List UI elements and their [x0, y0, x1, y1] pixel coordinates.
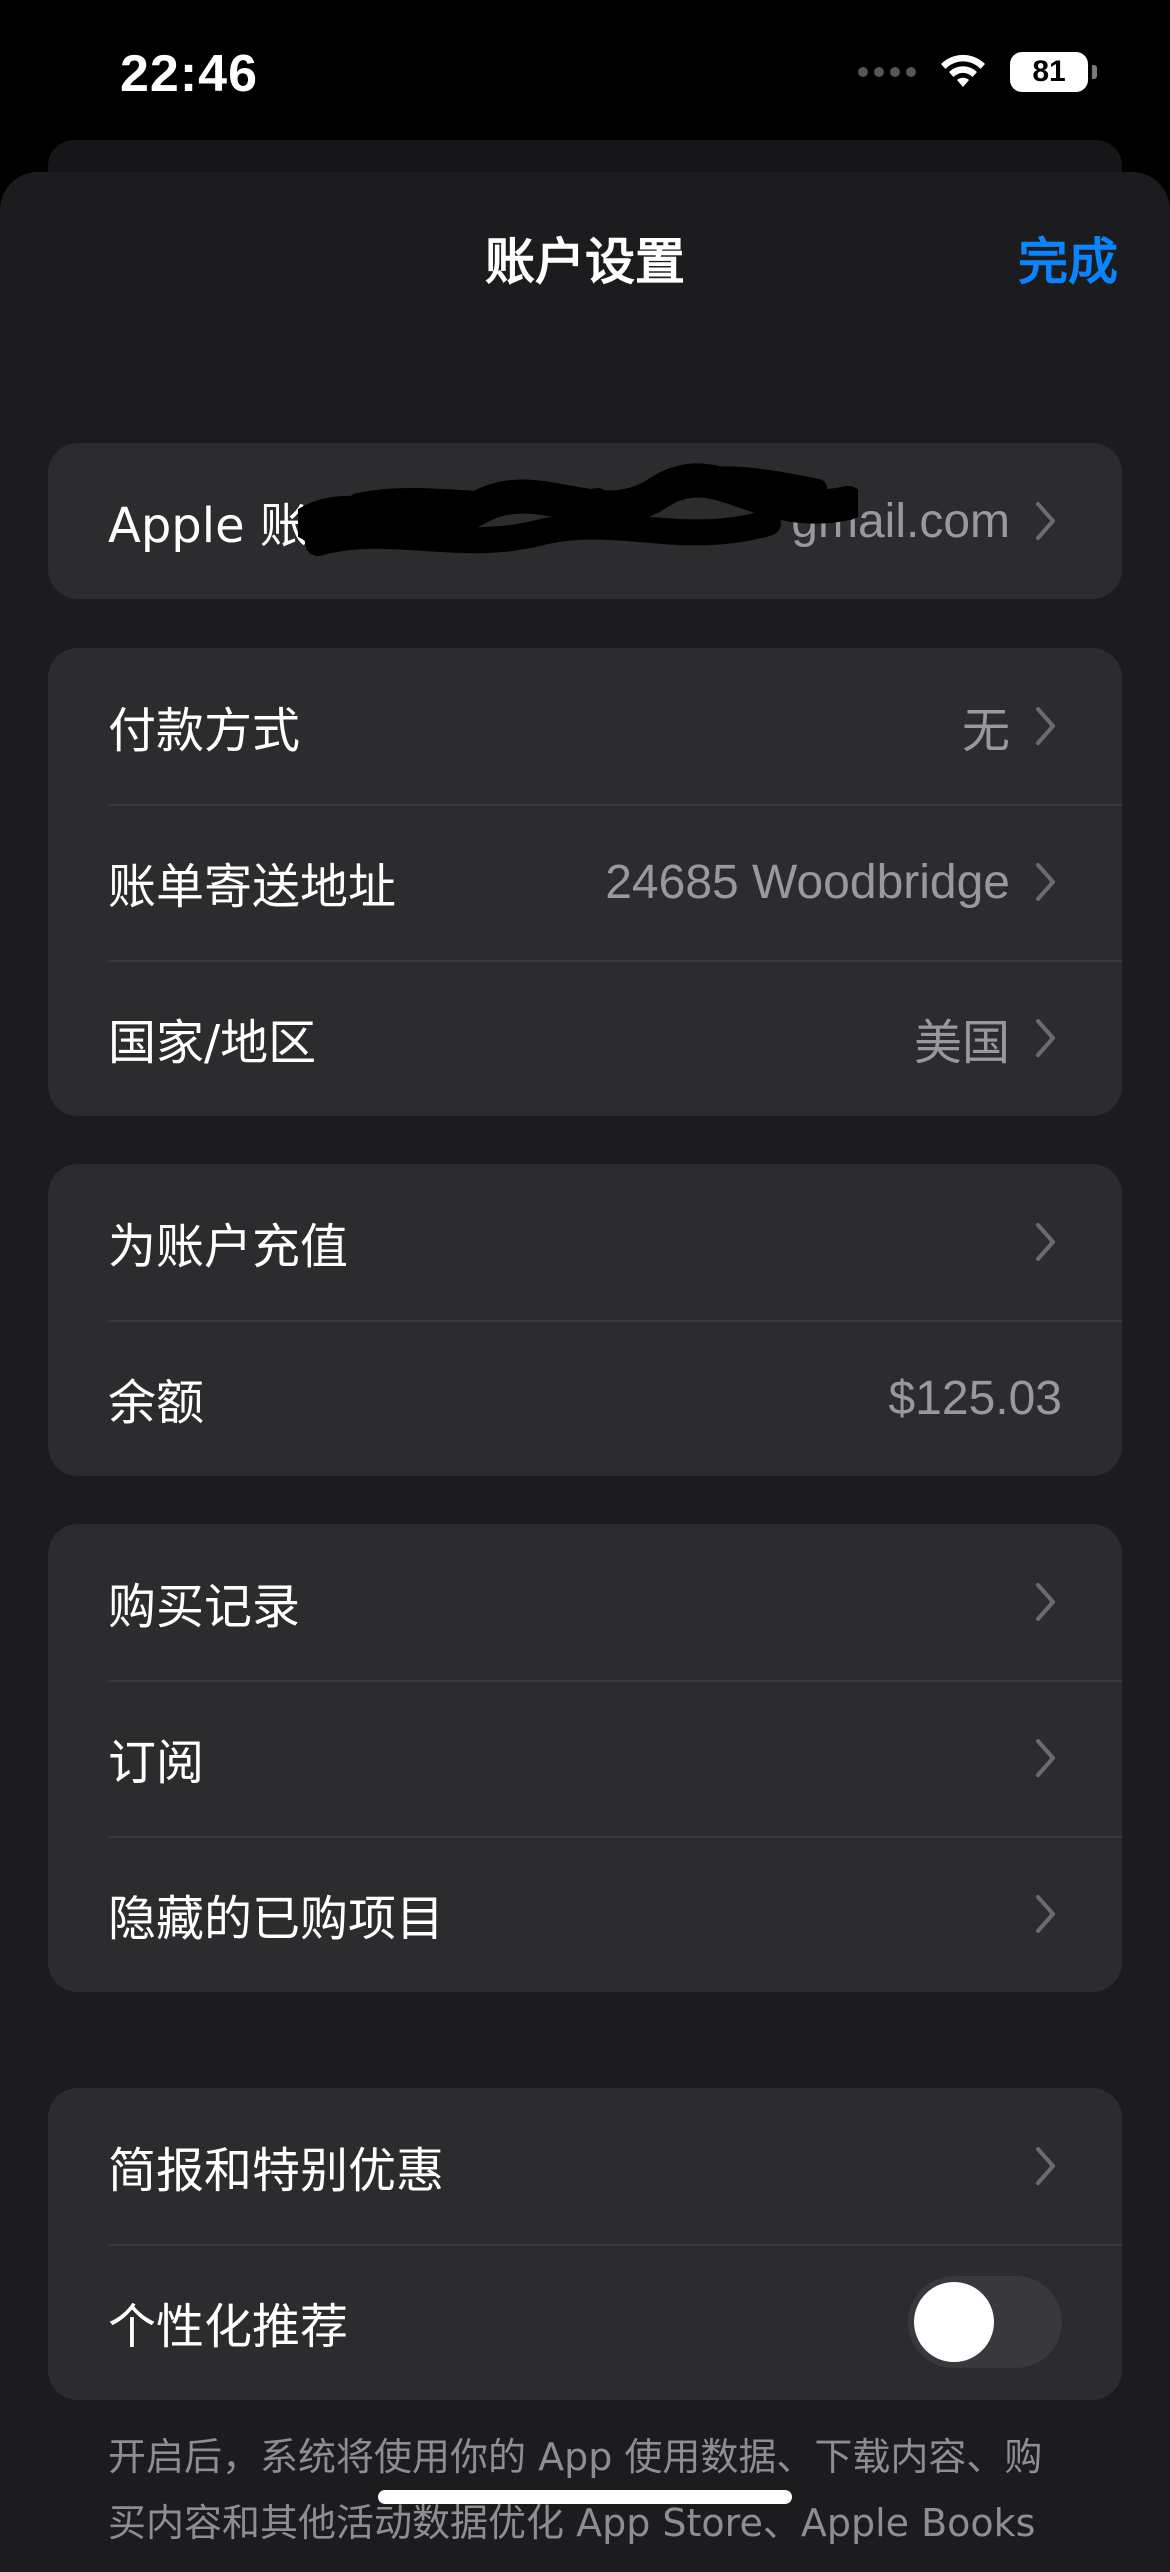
- toggle-knob: [914, 2282, 994, 2362]
- newsletter-offers-label: 简报和特别优惠: [108, 2143, 445, 2199]
- done-button[interactable]: 完成: [1018, 222, 1118, 294]
- country-region-value: 美国: [913, 1017, 1010, 1070]
- chevron-right-icon: [1030, 1220, 1062, 1264]
- chevron-right-icon: [1030, 2144, 1062, 2188]
- chevron-right-icon: [1030, 860, 1062, 904]
- balance-row: 余额 $125.03: [48, 1320, 1122, 1476]
- chevron-right-icon: [1030, 1580, 1062, 1624]
- country-region-label: 国家/地区: [108, 1015, 317, 1071]
- billing-address-value: 24685 Woodbridge: [605, 855, 1010, 909]
- cellular-signal-icon: [858, 67, 916, 77]
- balance-value: $125.03: [888, 1371, 1062, 1425]
- home-indicator[interactable]: [378, 2490, 792, 2504]
- chevron-right-icon: [1030, 1016, 1062, 1060]
- billing-group: 付款方式 无 账单寄送地址 24685 Woodbridge 国家/地区 美国: [48, 648, 1122, 1116]
- add-funds-row[interactable]: 为账户充值: [48, 1164, 1122, 1320]
- chevron-right-icon: [1030, 1892, 1062, 1936]
- apple-account-row[interactable]: Apple 账户 gmail.com: [48, 443, 1122, 599]
- hidden-purchases-row[interactable]: 隐藏的已购项目: [48, 1836, 1122, 1992]
- billing-address-row[interactable]: 账单寄送地址 24685 Woodbridge: [48, 804, 1122, 960]
- country-region-row[interactable]: 国家/地区 美国: [48, 960, 1122, 1116]
- battery-icon: 81: [1010, 52, 1097, 92]
- chevron-right-icon: [1030, 1736, 1062, 1780]
- subscriptions-row[interactable]: 订阅: [48, 1680, 1122, 1836]
- page-title: 账户设置: [485, 233, 685, 291]
- preferences-group: 简报和特别优惠 个性化推荐: [48, 2088, 1122, 2400]
- personalized-recommendations-toggle[interactable]: [908, 2276, 1062, 2368]
- status-time: 22:46: [120, 45, 258, 103]
- balance-label: 余额: [108, 1375, 205, 1431]
- apple-account-group: Apple 账户 gmail.com: [48, 443, 1122, 599]
- personalized-recommendations-label: 个性化推荐: [108, 2299, 349, 2355]
- status-bar: 22:46 81: [0, 0, 1170, 150]
- payment-method-value: 无: [961, 705, 1010, 758]
- subscriptions-label: 订阅: [108, 1735, 205, 1791]
- billing-address-label: 账单寄送地址: [108, 859, 397, 915]
- funds-group: 为账户充值 余额 $125.03: [48, 1164, 1122, 1476]
- status-icons: 81: [858, 52, 1097, 92]
- payment-method-label: 付款方式: [108, 703, 301, 759]
- purchase-history-label: 购买记录: [108, 1579, 301, 1635]
- purchases-group: 购买记录 订阅 隐藏的已购项目: [48, 1524, 1122, 1992]
- chevron-right-icon: [1030, 499, 1062, 543]
- wifi-icon: [941, 54, 985, 87]
- purchase-history-row[interactable]: 购买记录: [48, 1524, 1122, 1680]
- chevron-right-icon: [1030, 704, 1062, 748]
- personalized-recommendations-row: 个性化推荐: [48, 2244, 1122, 2400]
- battery-level: 81: [1032, 55, 1066, 88]
- newsletter-offers-row[interactable]: 简报和特别优惠: [48, 2088, 1122, 2244]
- hidden-purchases-label: 隐藏的已购项目: [108, 1891, 445, 1947]
- payment-method-row[interactable]: 付款方式 无: [48, 648, 1122, 804]
- add-funds-label: 为账户充值: [108, 1219, 349, 1275]
- redaction-scribble: [298, 463, 858, 556]
